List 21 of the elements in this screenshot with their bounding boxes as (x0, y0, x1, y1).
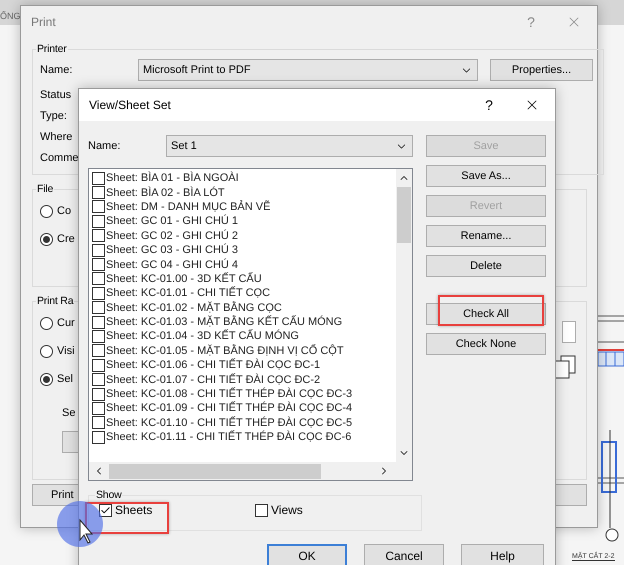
window-title: View/Sheet Set (89, 98, 172, 112)
field-label: Where (40, 131, 72, 143)
background-title: ỐNG (0, 11, 21, 21)
field-label: Se (62, 407, 76, 419)
radio-label: Visi (57, 345, 75, 357)
radio-label: Cur (57, 317, 75, 329)
radio-label: Cre (57, 233, 75, 245)
group-label: File (36, 183, 54, 195)
group-label: Print Ra (36, 295, 74, 307)
window-title: Print (31, 15, 57, 29)
field-label: Type: (40, 110, 67, 122)
checkbox-label: Sheets (115, 503, 152, 517)
group-label: Show (95, 489, 122, 501)
checkbox-label: Views (271, 503, 303, 517)
group-label: Printer (36, 43, 68, 55)
field-label: Name: (88, 140, 122, 152)
radio-label: Sel (57, 373, 73, 385)
field-label: Comme (40, 152, 79, 164)
field-label: Name: (40, 64, 74, 76)
radio-label: Co (57, 205, 72, 217)
field-label: Status (40, 89, 72, 101)
